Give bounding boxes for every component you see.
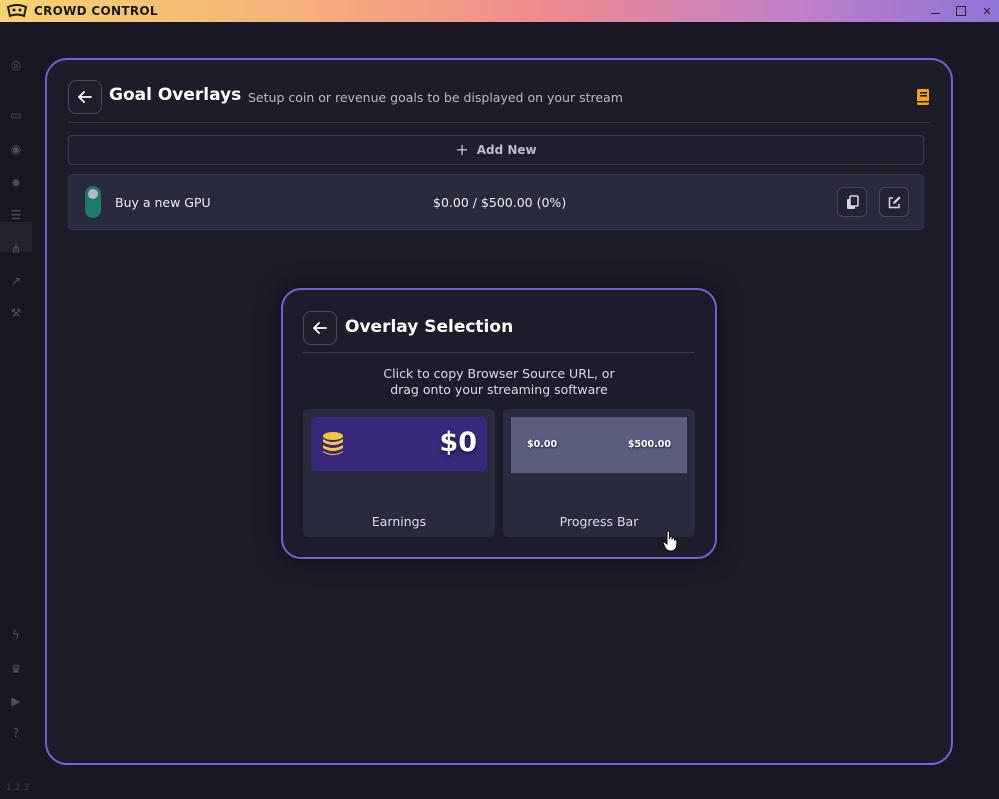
globe-icon[interactable]: ◎ <box>8 58 24 72</box>
progress-end-label: $500.00 <box>627 439 671 450</box>
arrow-left-icon <box>78 91 92 103</box>
video-icon[interactable]: ▶ <box>8 694 24 708</box>
instructions-line-1: Click to copy Browser Source URL, or <box>383 366 615 381</box>
network-icon[interactable]: ⋔ <box>8 242 24 256</box>
brand: CROWD CONTROL <box>6 4 158 18</box>
goal-enabled-toggle[interactable] <box>85 186 101 218</box>
maximize-button[interactable] <box>955 5 967 17</box>
progress-start-label: $0.00 <box>527 439 558 450</box>
title-bar: CROWD CONTROL ✕ <box>0 0 999 22</box>
toggle-knob <box>88 189 98 199</box>
arrow-left-icon <box>313 322 327 334</box>
edit-button[interactable] <box>879 187 909 217</box>
list-icon[interactable]: ☰ <box>8 208 24 222</box>
add-new-label: Add New <box>476 143 537 157</box>
version-label: 1.2.3 <box>6 783 29 793</box>
book-icon[interactable] <box>915 88 931 106</box>
goal-progress: $0.00 / $500.00 (0%) <box>433 195 567 210</box>
goal-name: Buy a new GPU <box>115 195 211 210</box>
modal-back-button[interactable] <box>303 311 337 345</box>
page-title: Goal Overlays <box>109 85 242 105</box>
sidebar: ◎ ▭ ◉ ✸ ☰ ⋔ ↗ ⚒ ϟ ♛ ▶ ? <box>0 22 34 799</box>
modal-title: Overlay Selection <box>345 317 514 337</box>
close-button[interactable]: ✕ <box>981 5 993 18</box>
earnings-overlay-card[interactable]: $0 Earnings <box>303 409 495 537</box>
plus-icon: + <box>455 139 469 159</box>
copy-button[interactable] <box>837 187 867 217</box>
back-button[interactable] <box>68 80 102 114</box>
trend-icon[interactable]: ↗ <box>8 274 24 288</box>
bolt-icon[interactable]: ϟ <box>8 628 24 642</box>
crown-icon[interactable]: ♛ <box>8 662 24 676</box>
earnings-preview: $0 <box>311 417 487 471</box>
coins-icon <box>323 432 343 455</box>
add-new-button[interactable]: + Add New <box>68 135 924 165</box>
copy-icon <box>846 194 859 209</box>
modal-instructions: Click to copy Browser Source URL, or dra… <box>303 366 695 398</box>
modal-divider <box>303 352 695 353</box>
progress-bar-label: Progress Bar <box>559 514 639 529</box>
overlay-selection-modal: Overlay Selection Click to copy Browser … <box>281 288 717 559</box>
edit-icon <box>888 195 901 208</box>
earnings-label: Earnings <box>371 514 427 529</box>
help-icon[interactable]: ? <box>8 726 24 740</box>
hand-cursor-icon <box>662 530 678 552</box>
crowd-control-logo-icon <box>6 4 28 18</box>
wrench-icon[interactable]: ⚒ <box>8 306 24 320</box>
instructions-line-2: drag onto your streaming software <box>390 382 608 397</box>
monitor-icon[interactable]: ▭ <box>8 108 24 122</box>
gamepad-icon[interactable]: ◉ <box>8 142 24 156</box>
earnings-amount: $0 <box>439 427 477 458</box>
burst-icon[interactable]: ✸ <box>8 176 24 190</box>
header-divider <box>68 122 930 123</box>
goal-row[interactable]: Buy a new GPU $0.00 / $500.00 (0%) <box>68 174 924 230</box>
progress-bar-overlay-card[interactable]: $0.00 $500.00 Progress Bar <box>503 409 695 537</box>
brand-name: CROWD CONTROL <box>34 4 158 18</box>
page-subtitle: Setup coin or revenue goals to be displa… <box>248 90 623 105</box>
progress-bar-preview: $0.00 $500.00 <box>511 417 687 473</box>
minimize-button[interactable] <box>929 5 941 17</box>
